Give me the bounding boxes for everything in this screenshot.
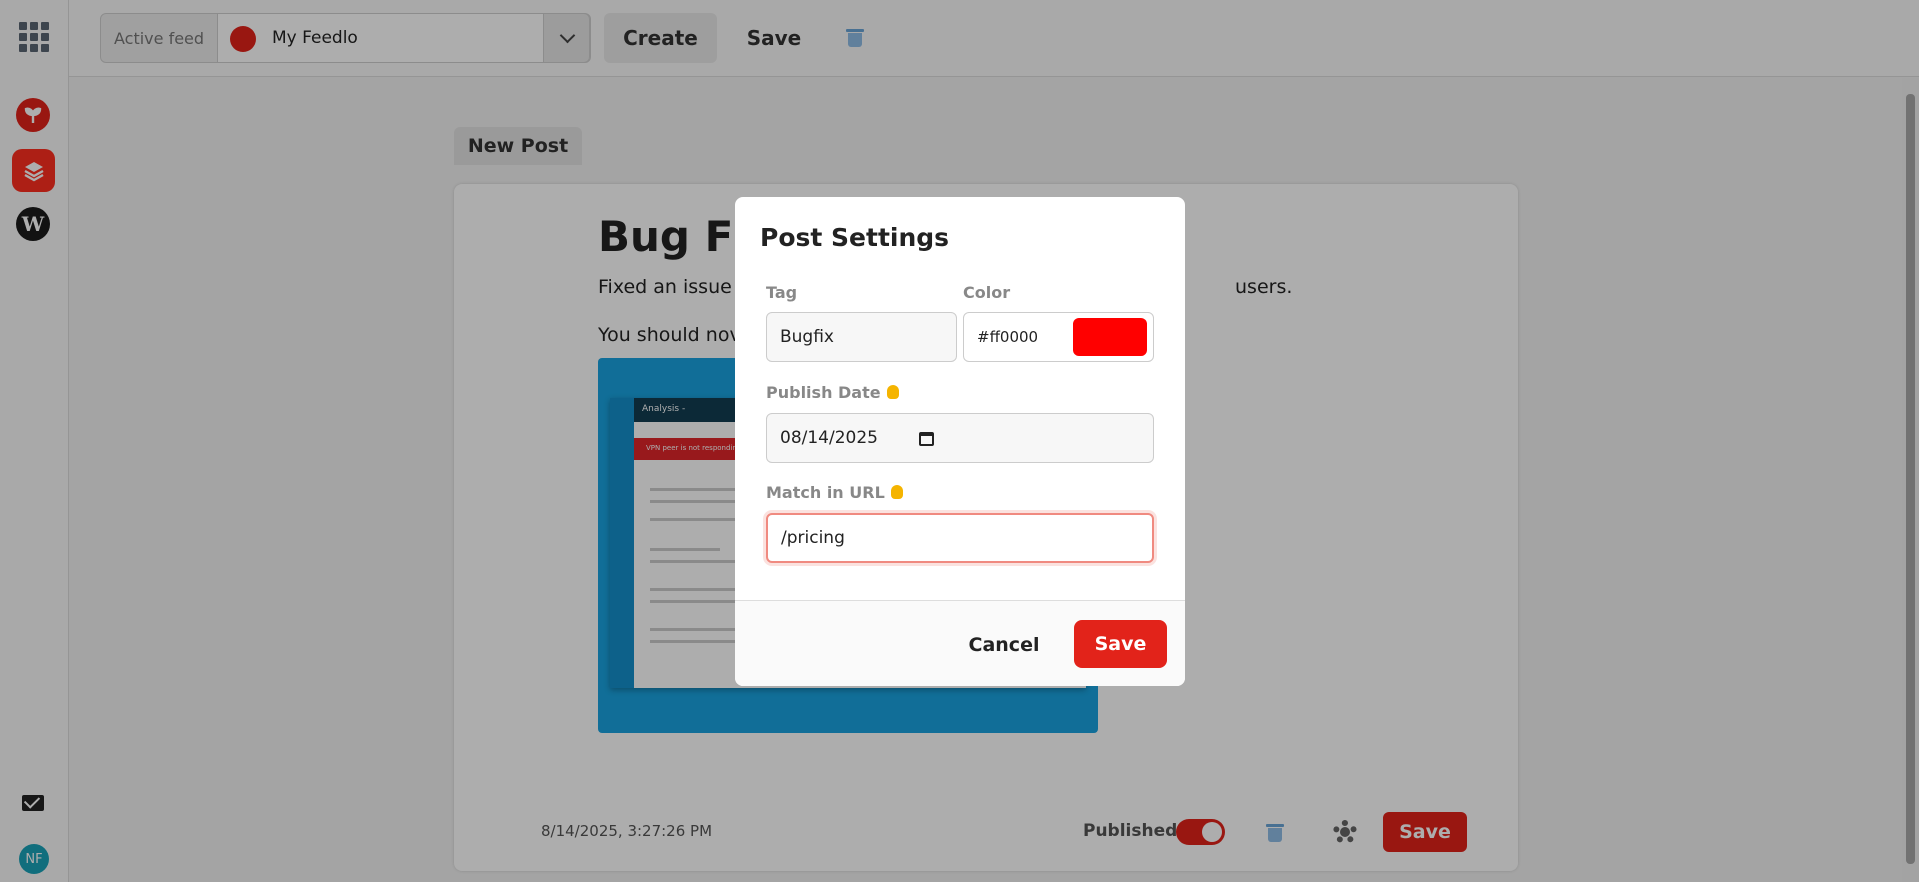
publish-date-input[interactable]: 08/14/2025 xyxy=(766,413,1154,463)
tag-label: Tag xyxy=(766,283,798,302)
tag-input[interactable]: Bugfix xyxy=(766,312,957,362)
lightbulb-icon[interactable] xyxy=(886,385,899,399)
cancel-button[interactable]: Cancel xyxy=(957,621,1051,669)
match-url-input[interactable]: /pricing xyxy=(766,513,1154,563)
match-url-value: /pricing xyxy=(781,528,845,548)
tag-value: Bugfix xyxy=(780,327,834,347)
color-input[interactable]: #ff0000 xyxy=(963,312,1154,362)
color-label: Color xyxy=(963,283,1011,302)
modal-footer: Cancel Save xyxy=(735,600,1185,686)
color-hex-value: #ff0000 xyxy=(977,328,1039,346)
publish-date-label: Publish Date xyxy=(766,383,899,402)
save-settings-button[interactable]: Save xyxy=(1074,620,1167,668)
calendar-icon[interactable] xyxy=(919,432,934,446)
color-swatch[interactable] xyxy=(1073,318,1147,356)
lightbulb-icon[interactable] xyxy=(890,485,903,499)
publish-date-value: 08/14/2025 xyxy=(780,428,878,448)
match-url-label: Match in URL xyxy=(766,483,903,502)
modal-title: Post Settings xyxy=(760,223,950,252)
post-settings-modal: Post Settings Tag Bugfix Color #ff0000 P… xyxy=(735,197,1185,686)
